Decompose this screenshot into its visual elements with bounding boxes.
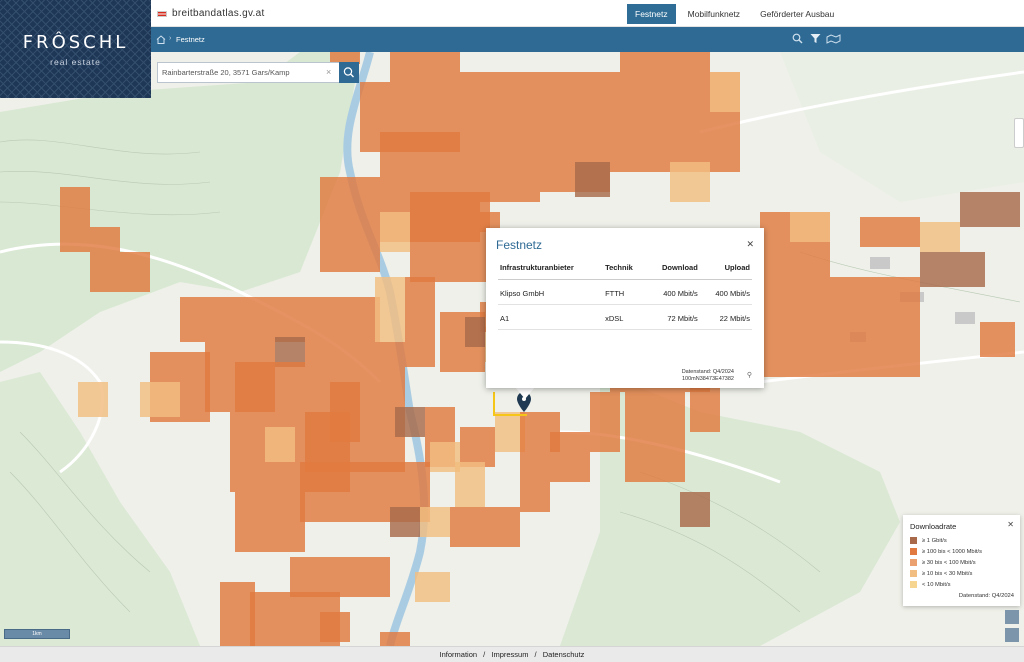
map-layers-icon[interactable] — [826, 33, 841, 44]
legend-swatch — [910, 581, 917, 588]
side-panel-handle[interactable] — [1014, 118, 1024, 148]
breadcrumb[interactable]: Festnetz — [176, 35, 205, 44]
table-row: A1 xDSL 72 Mbit/s 22 Mbit/s — [498, 304, 752, 330]
column-header: Upload — [699, 260, 752, 280]
main-tabs: Festnetz Mobilfunknetz Geförderter Ausba… — [627, 4, 846, 24]
close-icon[interactable]: ✕ — [746, 239, 754, 250]
search-button[interactable] — [339, 62, 359, 83]
legend-swatch — [910, 537, 917, 544]
column-header: Download — [646, 260, 700, 280]
legend: Downloadrate ✕ ≥ 1 Gbit/s ≥ 100 bis < 10… — [903, 515, 1020, 606]
breadcrumb-bar: › Festnetz — [0, 27, 1024, 52]
legend-swatch — [910, 570, 917, 577]
search-input[interactable] — [162, 65, 330, 80]
legend-swatch — [910, 548, 917, 555]
address-search: × — [157, 62, 359, 83]
footer: Information / Impressum / Datenschutz — [0, 646, 1024, 662]
tab-festnetz[interactable]: Festnetz — [627, 4, 676, 24]
data-status: Datenstand: Q4/2024 100mN38473E47382 — [681, 369, 734, 382]
search-icon[interactable] — [792, 33, 803, 44]
download-cell: 400 Mbit/s — [646, 279, 700, 305]
legend-item: ≥ 1 Gbit/s — [910, 536, 947, 545]
upload-cell: 400 Mbit/s — [699, 279, 752, 305]
legend-toggle-button[interactable] — [1005, 610, 1019, 624]
austria-flag-icon — [157, 11, 167, 17]
logo-name: FRÔSCHL — [22, 32, 129, 53]
footer-link-impressum[interactable]: Impressum — [491, 650, 528, 659]
provider-cell: A1 — [498, 304, 604, 330]
technology-cell: xDSL — [603, 304, 646, 330]
froeschl-logo: FRÔSCHL real estate — [0, 0, 151, 98]
column-header: Infrastrukturanbieter — [498, 260, 604, 280]
legend-title: Downloadrate — [910, 522, 957, 531]
scale-bar: 1km — [4, 629, 70, 639]
legend-data-status: Datenstand: Q4/2024 — [958, 593, 1014, 599]
logo-subtitle: real estate — [50, 57, 101, 67]
home-icon[interactable] — [156, 35, 166, 44]
tab-mobilfunknetz[interactable]: Mobilfunknetz — [680, 4, 748, 24]
tab-gefoerderter-ausbau[interactable]: Geförderter Ausbau — [752, 4, 842, 24]
legend-swatch — [910, 559, 917, 566]
info-popup: Festnetz ✕ Infrastrukturanbieter Technik… — [486, 228, 764, 388]
legend-item: ≥ 30 bis < 100 Mbit/s — [910, 558, 976, 567]
footer-link-information[interactable]: Information — [440, 650, 478, 659]
popup-pointer — [515, 387, 535, 399]
site-url[interactable]: breitbandatlas.gv.at — [172, 8, 265, 19]
technology-cell: FTTH — [603, 279, 646, 305]
app-window: breitbandatlas.gv.at Festnetz Mobilfunkn… — [0, 0, 1024, 662]
upload-cell: 22 Mbit/s — [699, 304, 752, 330]
footer-separator: / — [483, 650, 486, 659]
legend-item: ≥ 100 bis < 1000 Mbit/s — [910, 547, 982, 556]
clear-icon[interactable]: × — [326, 67, 331, 77]
copyright-button[interactable] — [1005, 628, 1019, 642]
provider-cell: Klipso GmbH — [498, 279, 604, 305]
download-cell: 72 Mbit/s — [646, 304, 700, 330]
footer-link-datenschutz[interactable]: Datenschutz — [543, 650, 585, 659]
popup-title: Festnetz — [496, 238, 543, 252]
column-header: Technik — [603, 260, 646, 280]
search-icon — [343, 67, 354, 78]
close-icon[interactable]: ✕ — [1007, 520, 1014, 529]
legend-item: < 10 Mbit/s — [910, 580, 951, 589]
footer-separator: / — [534, 650, 537, 659]
filter-icon[interactable] — [810, 33, 821, 44]
breadcrumb-separator: › — [169, 35, 172, 42]
legend-item: ≥ 10 bis < 30 Mbit/s — [910, 569, 972, 578]
provider-table: Infrastrukturanbieter Technik Download U… — [498, 260, 752, 330]
table-row: Klipso GmbH FTTH 400 Mbit/s 400 Mbit/s — [498, 279, 752, 305]
top-bar: breitbandatlas.gv.at Festnetz Mobilfunkn… — [0, 0, 1024, 27]
link-icon[interactable]: ⚲ — [747, 371, 752, 379]
